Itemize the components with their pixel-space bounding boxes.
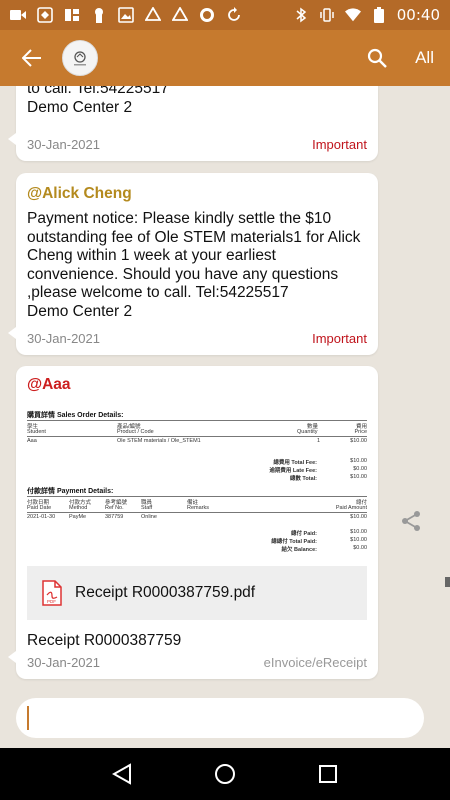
notification-icons xyxy=(10,7,242,23)
nav-home-button[interactable] xyxy=(205,754,245,794)
message-input-bar xyxy=(0,684,450,748)
app-icon xyxy=(37,7,53,23)
bluetooth-icon xyxy=(293,7,309,23)
triangle-back-icon xyxy=(111,763,131,785)
attachment-file[interactable]: PDF Receipt R0000387759.pdf xyxy=(27,566,367,620)
svg-text:PDF: PDF xyxy=(47,599,56,604)
app-bar: All xyxy=(0,30,450,86)
drive-icon xyxy=(172,7,188,23)
pdf-icon: PDF xyxy=(42,580,62,606)
square-recents-icon xyxy=(319,765,338,783)
scroll-handle[interactable] xyxy=(445,577,450,587)
status-bar: 00:40 xyxy=(0,0,450,30)
message-sender: @Aaa xyxy=(27,376,71,393)
receipt-preview-image[interactable]: 購買詳情 Sales Order Details: 學生 產品/編號 數量 費用… xyxy=(27,400,367,558)
search-button[interactable] xyxy=(357,38,397,78)
search-icon xyxy=(367,48,387,68)
circle-home-icon xyxy=(214,764,235,784)
wifi-icon xyxy=(344,7,361,23)
system-nav-bar xyxy=(0,748,450,800)
battery-icon xyxy=(371,7,387,23)
record-icon xyxy=(199,7,215,23)
avatar[interactable] xyxy=(62,40,98,76)
nav-back-button[interactable] xyxy=(102,754,142,794)
attachment-name: Receipt R0000387759.pdf xyxy=(75,584,256,601)
back-button[interactable] xyxy=(8,34,56,82)
video-icon xyxy=(10,7,26,23)
news-icon xyxy=(64,7,80,23)
message-sender: @Alick Cheng xyxy=(27,185,132,202)
message-tag: Important xyxy=(312,137,367,152)
message-text: Payment notice: Please kindly settle the… xyxy=(27,210,361,320)
message-card[interactable]: @Aaa 購買詳情 Sales Order Details: 學生 產品/編號 … xyxy=(8,366,378,679)
keyhole-icon xyxy=(91,7,107,23)
message-tag: Important xyxy=(312,331,367,346)
message-text: Receipt R0000387759 xyxy=(27,632,182,649)
message-card[interactable]: @Alick Cheng Payment notice: Please kind… xyxy=(8,173,378,355)
message-date: 30-Jan-2021 xyxy=(27,655,100,670)
sync-icon xyxy=(226,7,242,23)
share-button[interactable] xyxy=(398,508,424,534)
message-date: 30-Jan-2021 xyxy=(27,331,100,346)
drive-icon xyxy=(145,7,161,23)
clock: 00:40 xyxy=(396,6,440,24)
system-icons: 00:40 xyxy=(293,6,440,24)
arrow-left-icon xyxy=(22,49,41,67)
message-tag: eInvoice/eReceipt xyxy=(263,655,367,670)
text-caret xyxy=(27,706,29,730)
message-input[interactable] xyxy=(16,698,424,738)
nav-recents-button[interactable] xyxy=(308,754,348,794)
image-icon xyxy=(118,7,134,23)
message-date: 30-Jan-2021 xyxy=(27,137,100,152)
message-list[interactable]: to call. Tel:54225517 Demo Center 2 30-J… xyxy=(0,86,450,684)
message-text: to call. Tel:54225517 Demo Center 2 xyxy=(27,86,169,116)
share-icon xyxy=(402,511,420,531)
filter-all-button[interactable]: All xyxy=(415,48,434,68)
vibrate-icon xyxy=(319,7,335,23)
message-card[interactable]: to call. Tel:54225517 Demo Center 2 30-J… xyxy=(8,86,378,161)
logo-icon xyxy=(74,51,86,66)
